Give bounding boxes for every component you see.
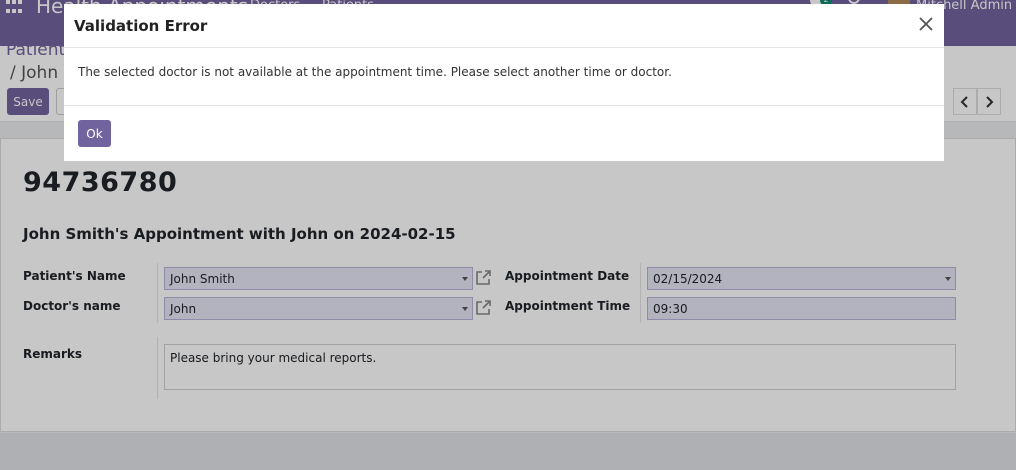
dialog-message: The selected doctor is not available at … <box>78 65 672 79</box>
validation-error-dialog: Validation Error The selected doctor is … <box>64 4 944 161</box>
dialog-header: Validation Error <box>64 4 944 48</box>
dialog-body: The selected doctor is not available at … <box>64 48 944 106</box>
close-icon[interactable] <box>918 16 934 32</box>
ok-button[interactable]: Ok <box>78 120 111 147</box>
dialog-title: Validation Error <box>74 17 208 35</box>
